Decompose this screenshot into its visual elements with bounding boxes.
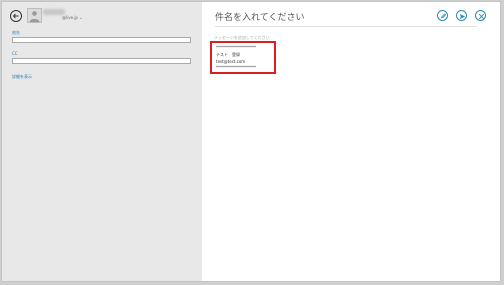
- mail-window: @live.jp ⌄ 宛先 CC 詳細を表示 件名を入れてください メッセージを…: [1, 1, 501, 282]
- compose-pane: 件名を入れてください メッセージを追加してください **************…: [202, 2, 500, 281]
- signature-line: テスト 登録: [216, 52, 240, 57]
- subject-divider: [215, 26, 477, 27]
- signature-highlight: ******************** テスト 登録 test@test.co…: [210, 41, 276, 74]
- attach-button[interactable]: [437, 10, 448, 21]
- avatar: [27, 8, 42, 23]
- send-icon: [459, 14, 466, 19]
- signature-line: ********************: [216, 65, 256, 70]
- back-arrow-icon: [12, 13, 19, 19]
- send-button[interactable]: [456, 10, 467, 21]
- signature-line: test@test.com: [216, 59, 246, 64]
- show-details-link[interactable]: 詳細を表示: [12, 74, 32, 80]
- delete-button[interactable]: [475, 10, 486, 21]
- person-icon: [29, 11, 40, 22]
- cc-input[interactable]: [12, 58, 191, 64]
- to-input[interactable]: [12, 37, 191, 43]
- signature-line: ********************: [216, 45, 256, 50]
- subject-input[interactable]: 件名を入れてください: [215, 10, 304, 23]
- account-email[interactable]: @live.jp ⌄: [62, 15, 83, 20]
- back-button[interactable]: [10, 10, 22, 22]
- header-pane: @live.jp ⌄ 宛先 CC 詳細を表示: [2, 2, 202, 281]
- close-icon: [478, 13, 485, 20]
- paperclip-icon: [441, 13, 446, 19]
- to-label: 宛先: [12, 30, 20, 35]
- cc-label: CC: [12, 51, 18, 56]
